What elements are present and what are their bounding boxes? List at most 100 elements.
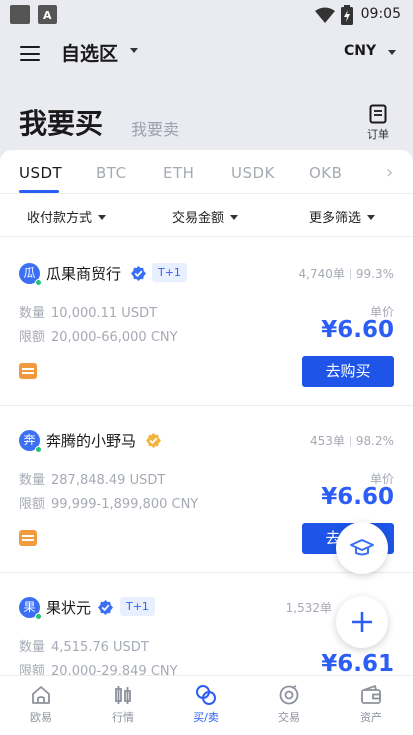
merchant-name[interactable]: 果状元 bbox=[46, 597, 91, 618]
buy-button[interactable]: 去购买 bbox=[302, 356, 394, 387]
quantity-value: 10,000.11 USDT bbox=[51, 306, 158, 321]
notification-icon bbox=[10, 5, 30, 24]
limit-label: 限额 bbox=[19, 497, 46, 512]
wifi-icon bbox=[315, 7, 335, 23]
amount-filter-label: 交易金额 bbox=[172, 211, 225, 226]
app-header: 自选区 CNY bbox=[0, 30, 413, 76]
tab-btc[interactable]: BTC bbox=[96, 164, 127, 182]
nav-p2p-label: 买/卖 bbox=[193, 711, 219, 724]
unit-price: ¥6.60 bbox=[321, 317, 394, 343]
plus-icon bbox=[352, 612, 372, 632]
learn-fab[interactable] bbox=[336, 522, 388, 574]
payment-method-filter[interactable]: 收付款方式 bbox=[27, 207, 107, 226]
nav-home-label: 欧易 bbox=[30, 711, 52, 724]
settlement-tag: T+1 bbox=[152, 263, 187, 282]
p2p-icon bbox=[196, 685, 216, 705]
verified-badge-icon bbox=[131, 266, 146, 281]
online-indicator bbox=[35, 613, 42, 620]
caret-down-icon bbox=[98, 215, 107, 220]
order-count: 4,740单 bbox=[298, 267, 345, 281]
nav-assets-label: 资产 bbox=[360, 711, 382, 724]
limit-label: 限额 bbox=[19, 330, 46, 345]
coin-tabs: USDT BTC ETH USDK OKB › bbox=[0, 150, 413, 194]
trade-icon bbox=[279, 685, 299, 705]
caret-down-icon bbox=[230, 215, 239, 220]
nav-market[interactable]: 行情 bbox=[93, 684, 153, 725]
quantity-label: 数量 bbox=[19, 306, 46, 321]
buy-mode-tab[interactable]: 我要买 bbox=[19, 102, 103, 142]
listing-item[interactable]: 瓜 瓜果商贸行 T+1 4,740单 99.3% 数量 10,000.11 USDT… bbox=[0, 238, 413, 406]
limit-row: 限额 20,000-66,000 CNY bbox=[19, 326, 178, 345]
graduation-cap-icon bbox=[350, 539, 374, 556]
limit-row: 限额 20,000-29,849 CNY bbox=[19, 660, 178, 675]
more-filters[interactable]: 更多筛选 bbox=[309, 207, 376, 226]
market-icon bbox=[115, 686, 131, 704]
completion-rate: 98.2% bbox=[355, 434, 394, 448]
wallet-icon bbox=[361, 684, 381, 704]
merchant-name[interactable]: 奔腾的小野马 bbox=[46, 430, 136, 451]
currency-caret-icon[interactable] bbox=[388, 50, 396, 55]
verified-badge-icon bbox=[98, 600, 113, 615]
limit-row: 限额 99,999-1,899,800 CNY bbox=[19, 493, 198, 512]
payment-method-filter-label: 收付款方式 bbox=[27, 211, 93, 226]
nav-market-label: 行情 bbox=[112, 711, 134, 724]
bottom-navigation: 欧易 行情 买/卖 交易 资产 bbox=[0, 675, 413, 735]
nav-home[interactable]: 欧易 bbox=[11, 684, 71, 725]
tab-usdt[interactable]: USDT bbox=[19, 164, 62, 182]
menu-icon[interactable] bbox=[20, 46, 40, 61]
quantity-label: 数量 bbox=[19, 640, 46, 655]
tab-okb[interactable]: OKB bbox=[309, 164, 342, 182]
payment-method-icon bbox=[19, 530, 37, 546]
p2p-listing-panel: USDT BTC ETH USDK OKB › 收付款方式 交易金额 更多筛选 … bbox=[0, 150, 413, 675]
nav-trade[interactable]: 交易 bbox=[259, 684, 319, 725]
orders-button[interactable]: 订单 bbox=[360, 104, 396, 144]
add-fab[interactable] bbox=[336, 596, 388, 648]
online-indicator bbox=[35, 446, 42, 453]
quantity-value: 287,848.49 USDT bbox=[51, 473, 166, 488]
quantity-row: 数量 10,000.11 USDT bbox=[19, 302, 157, 321]
tab-eth[interactable]: ETH bbox=[163, 164, 194, 182]
quantity-value: 4,515.76 USDT bbox=[51, 640, 149, 655]
merchant-stats: 453单 98.2% bbox=[310, 432, 394, 449]
nav-trade-label: 交易 bbox=[278, 711, 300, 724]
nav-assets[interactable]: 资产 bbox=[341, 684, 401, 725]
orders-label: 订单 bbox=[367, 128, 389, 141]
app-notification-icon: A bbox=[38, 5, 57, 24]
battery-icon bbox=[341, 5, 353, 25]
merchant-stats: 1,532单 bbox=[286, 599, 332, 616]
limit-value: 20,000-29,849 CNY bbox=[51, 664, 178, 675]
order-count: 453单 bbox=[309, 434, 345, 448]
limit-label: 限额 bbox=[19, 664, 46, 675]
document-icon bbox=[369, 104, 387, 124]
active-tab-indicator bbox=[19, 190, 59, 193]
page-title[interactable]: 自选区 bbox=[61, 39, 118, 66]
limit-value: 99,999-1,899,800 CNY bbox=[51, 497, 199, 512]
quantity-row: 数量 4,515.76 USDT bbox=[19, 636, 149, 655]
verified-gold-badge-icon bbox=[146, 433, 161, 448]
payment-method-icon bbox=[19, 363, 37, 379]
status-bar: A 09:05 bbox=[0, 0, 413, 30]
more-filters-label: 更多筛选 bbox=[309, 211, 362, 226]
sell-mode-tab[interactable]: 我要卖 bbox=[131, 116, 179, 140]
merchant-name[interactable]: 瓜果商贸行 bbox=[46, 263, 121, 284]
currency-selector[interactable]: CNY bbox=[344, 43, 376, 59]
chevron-right-icon[interactable]: › bbox=[386, 162, 393, 183]
unit-price: ¥6.61 bbox=[321, 651, 394, 675]
merchant-stats: 4,740单 99.3% bbox=[299, 265, 394, 282]
quantity-row: 数量 287,848.49 USDT bbox=[19, 469, 165, 488]
title-dropdown-caret-icon[interactable] bbox=[130, 48, 138, 53]
order-count: 1,532单 bbox=[285, 601, 332, 615]
unit-price: ¥6.60 bbox=[321, 484, 394, 510]
home-icon bbox=[32, 686, 50, 704]
svg-text:A: A bbox=[43, 9, 52, 22]
limit-value: 20,000-66,000 CNY bbox=[51, 330, 178, 345]
tab-usdk[interactable]: USDK bbox=[231, 164, 275, 182]
caret-down-icon bbox=[367, 215, 376, 220]
clock: 09:05 bbox=[360, 6, 401, 22]
amount-filter[interactable]: 交易金额 bbox=[172, 207, 239, 226]
filter-bar: 收付款方式 交易金额 更多筛选 bbox=[0, 195, 413, 237]
quantity-label: 数量 bbox=[19, 473, 46, 488]
nav-p2p[interactable]: 买/卖 bbox=[176, 684, 236, 725]
settlement-tag: T+1 bbox=[120, 597, 155, 616]
completion-rate: 99.3% bbox=[355, 267, 394, 281]
